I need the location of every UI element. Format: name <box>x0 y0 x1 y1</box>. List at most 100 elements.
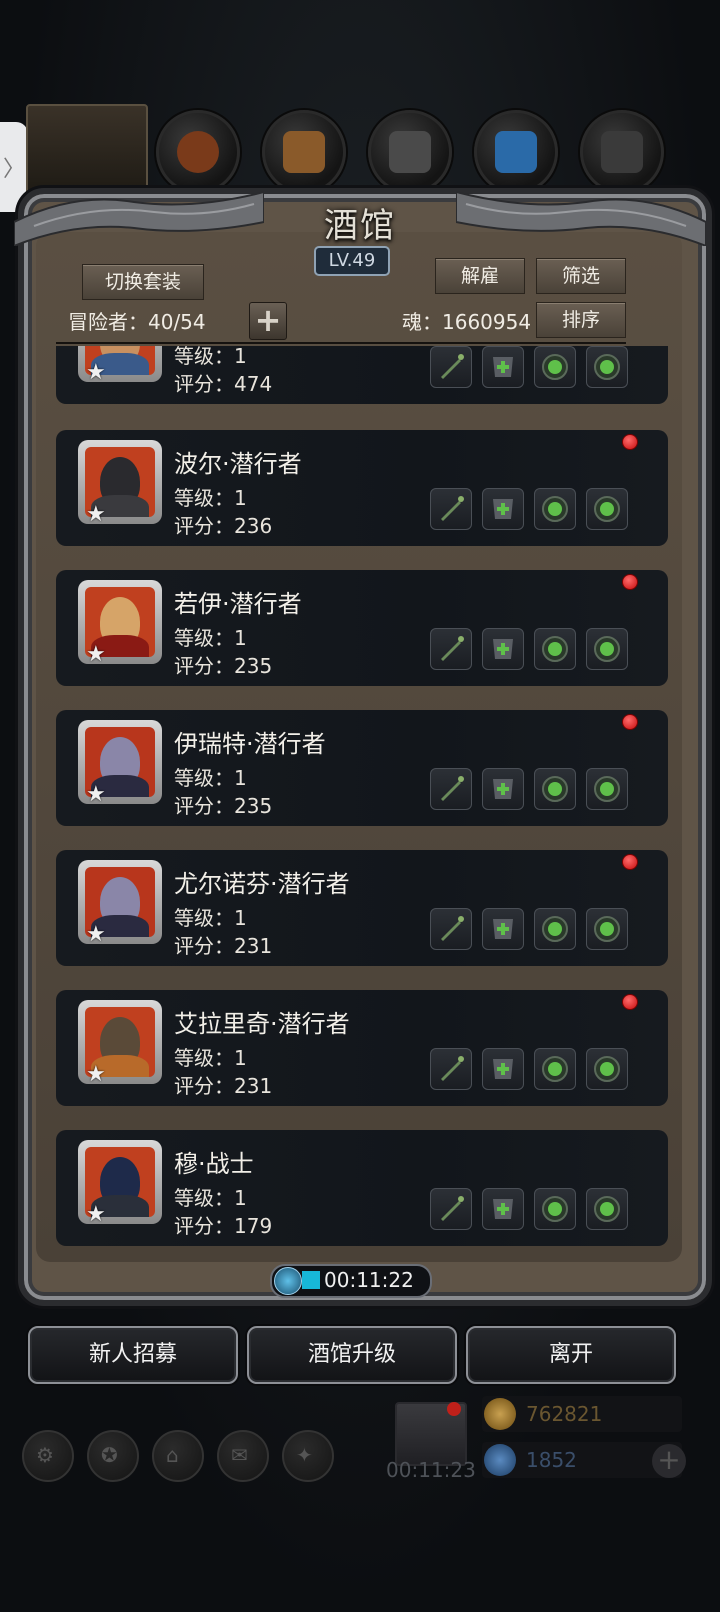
armor-icon <box>493 1199 513 1219</box>
ring-slot[interactable] <box>534 768 576 810</box>
add-currency-button[interactable]: + <box>652 1444 686 1478</box>
weapon-slot[interactable] <box>430 488 472 530</box>
amulet-icon <box>594 496 620 522</box>
armor-icon <box>493 357 513 377</box>
notification-dot <box>622 574 638 590</box>
weapon-slot[interactable] <box>430 768 472 810</box>
gift-timer: 00:11:23 <box>386 1458 476 1482</box>
amulet-icon <box>594 636 620 662</box>
timer-text: 00:11:22 <box>324 1268 414 1292</box>
amulet-slot[interactable] <box>586 628 628 670</box>
wood-resource-icon <box>262 110 346 194</box>
hero-level: 等级：1 <box>174 346 247 368</box>
amulet-slot[interactable] <box>586 1048 628 1090</box>
star-icon: ★ <box>86 502 106 527</box>
recruit-button[interactable]: 新人招募 <box>28 1326 238 1384</box>
ring-slot[interactable] <box>534 346 576 388</box>
notification-dot <box>622 994 638 1010</box>
hero-row[interactable]: ★ 艾拉里奇·潜行者 等级：1 评分：231 <box>56 990 668 1106</box>
armor-slot[interactable] <box>482 908 524 950</box>
hud-mail-icon[interactable]: ✉ <box>217 1430 269 1482</box>
armor-icon <box>493 639 513 659</box>
hud-map-icon[interactable]: ✦ <box>282 1430 334 1482</box>
amulet-slot[interactable] <box>586 488 628 530</box>
weapon-slot[interactable] <box>430 346 472 388</box>
ring-icon <box>542 354 568 380</box>
ring-icon <box>542 496 568 522</box>
notification-dot <box>622 714 638 730</box>
amulet-slot[interactable] <box>586 1188 628 1230</box>
armor-slot[interactable] <box>482 346 524 388</box>
ring-icon <box>542 916 568 942</box>
hero-row[interactable]: ★ 若伊·潜行者 等级：1 评分：235 <box>56 570 668 686</box>
ring-slot[interactable] <box>534 628 576 670</box>
ring-icon <box>542 776 568 802</box>
star-icon: ★ <box>86 782 106 807</box>
weapon-slot[interactable] <box>430 1048 472 1090</box>
amulet-icon <box>594 1056 620 1082</box>
armor-icon <box>493 1059 513 1079</box>
gold-counter: 762821 <box>482 1396 682 1432</box>
ring-icon <box>542 1196 568 1222</box>
weapon-slot[interactable] <box>430 628 472 670</box>
panel-left-ornament <box>14 190 264 246</box>
hero-row[interactable]: ★ 波尔·潜行者 等级：1 评分：236 <box>56 430 668 546</box>
gem-icon <box>484 1444 516 1476</box>
add-capacity-button[interactable]: + <box>249 302 287 340</box>
hero-level: 等级：1 <box>174 1186 247 1210</box>
star-icon: ★ <box>86 1062 106 1087</box>
hero-row[interactable]: ★ 伊瑞特·潜行者 等级：1 评分：235 <box>56 710 668 826</box>
filter-button[interactable]: 筛选 <box>536 258 626 294</box>
hud-hero-icon[interactable]: ✪ <box>87 1430 139 1482</box>
ring-slot[interactable] <box>534 908 576 950</box>
hero-row[interactable]: ★ 穆·战士 等级：1 评分：179 <box>56 1130 668 1246</box>
timer-progress <box>302 1271 320 1289</box>
gift-notification-dot <box>447 1402 461 1416</box>
weapon-slot[interactable] <box>430 1188 472 1230</box>
hud-castle-icon[interactable]: ⌂ <box>152 1430 204 1482</box>
gold-value: 762821 <box>526 1402 603 1426</box>
notification-dot <box>622 434 638 450</box>
armor-slot[interactable] <box>482 488 524 530</box>
amulet-icon <box>594 776 620 802</box>
weapon-slot[interactable] <box>430 908 472 950</box>
hud-settings-icon[interactable]: ⚙ <box>22 1430 74 1482</box>
amulet-icon <box>594 916 620 942</box>
amulet-slot[interactable] <box>586 346 628 388</box>
gold-icon <box>484 1398 516 1430</box>
amulet-slot[interactable] <box>586 908 628 950</box>
hero-score: 评分：236 <box>174 514 273 538</box>
tavern-upgrade-button[interactable]: 酒馆升级 <box>247 1326 457 1384</box>
ring-slot[interactable] <box>534 488 576 530</box>
weapon-icon <box>441 354 464 379</box>
soul-amount: 魂：1660954 <box>402 310 532 334</box>
amulet-icon <box>594 1196 620 1222</box>
hero-row[interactable]: ★ 等级：1 评分：474 <box>56 346 668 404</box>
weapon-icon <box>441 1196 464 1221</box>
clock-icon <box>274 1267 302 1295</box>
dismiss-button[interactable]: 解雇 <box>435 258 525 294</box>
hero-name: 伊瑞特·潜行者 <box>174 730 326 758</box>
hero-level: 等级：1 <box>174 766 247 790</box>
weapon-icon <box>441 916 464 941</box>
hero-row[interactable]: ★ 尤尔诺芬·潜行者 等级：1 评分：231 <box>56 850 668 966</box>
hero-score: 评分：235 <box>174 654 273 678</box>
armor-slot[interactable] <box>482 628 524 670</box>
hero-list[interactable]: ★ 等级：1 评分：474 ★ 波尔·潜行者 等级：1 评分：236 ★ 若伊·… <box>56 346 668 1256</box>
switch-outfit-button[interactable]: 切换套装 <box>82 264 204 300</box>
weapon-icon <box>441 776 464 801</box>
leave-button[interactable]: 离开 <box>466 1326 676 1384</box>
amulet-slot[interactable] <box>586 768 628 810</box>
hero-level: 等级：1 <box>174 486 247 510</box>
armor-slot[interactable] <box>482 1048 524 1090</box>
header-divider <box>56 342 626 344</box>
ring-slot[interactable] <box>534 1188 576 1230</box>
tavern-level-badge: LV.49 <box>314 246 390 276</box>
armor-slot[interactable] <box>482 768 524 810</box>
armor-slot[interactable] <box>482 1188 524 1230</box>
ring-slot[interactable] <box>534 1048 576 1090</box>
panel-right-ornament <box>456 190 706 246</box>
sort-button[interactable]: 排序 <box>536 302 626 338</box>
ring-icon <box>542 636 568 662</box>
star-icon: ★ <box>86 922 106 947</box>
